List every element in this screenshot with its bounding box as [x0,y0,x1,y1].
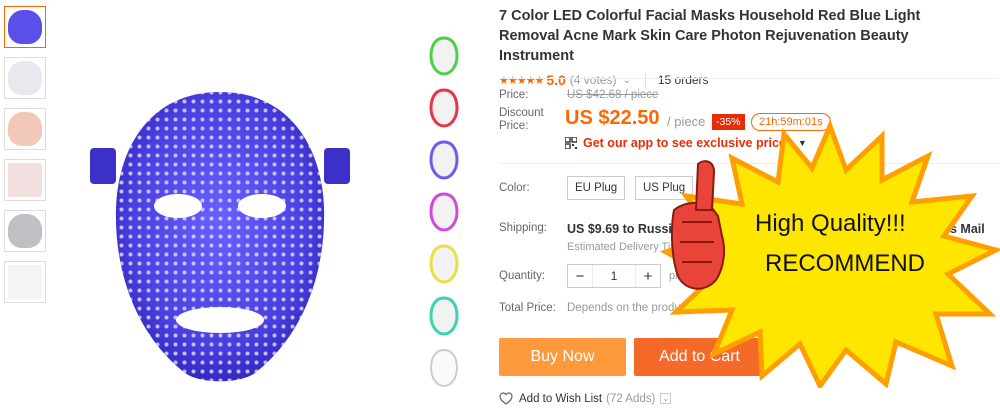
eu-plug-option[interactable]: EU Plug [567,176,626,200]
thumbnail-spec-sheet[interactable] [4,261,46,303]
promo-line-2: RECOMMEND [765,250,925,277]
variant-green-mask[interactable] [428,36,460,76]
original-price: US $42.68 / piece [567,89,659,101]
thumbnail-blue-mask[interactable] [4,6,46,48]
color-label: Color: [499,182,530,194]
led-mask-image [90,92,350,382]
variant-white-mask[interactable] [428,348,460,388]
add-to-wishlist[interactable]: Add to Wish List (72 Adds) ⌄ [499,392,672,405]
quantity-stepper: − 1 + [567,264,661,288]
price-label: Price: [499,89,529,101]
main-product-image[interactable] [60,6,480,404]
product-title: 7 Color LED Colorful Facial Masks Househ… [499,8,921,64]
variant-yellow-mask[interactable] [428,244,460,284]
product-info-panel: 7 Color LED Colorful Facial Masks Househ… [499,6,999,314]
decrease-quantity-button[interactable]: − [568,268,592,285]
qr-code-icon [565,137,577,149]
discount-label-line2: Price: [499,120,529,132]
variant-red-mask[interactable] [428,88,460,128]
buy-now-button[interactable]: Buy Now [499,338,626,376]
discount-price: US $22.50 [565,107,660,129]
variant-purple-mask[interactable] [428,192,460,232]
thumbnail-model-photo[interactable] [4,108,46,150]
promo-line-1: High Quality!!! [755,210,906,237]
thumbnail-silver-mask[interactable] [4,210,46,252]
wishlist-label[interactable]: Add to Wish List [519,393,602,405]
heart-icon [499,392,513,405]
shipping-label: Shipping: [499,222,547,234]
increase-quantity-button[interactable]: + [636,268,660,285]
thumbnail-usage-grid[interactable] [4,159,46,201]
thumbnail-white-mask[interactable] [4,57,46,99]
quantity-input[interactable]: 1 [592,265,636,287]
thumbnail-list [4,6,48,312]
wishlist-count: (72 Adds) [606,392,656,405]
quantity-label: Quantity: [499,270,546,282]
chevron-down-icon[interactable]: ⌄ [660,393,672,404]
discount-label-line1: Discount [499,107,544,119]
total-price-label: Total Price: [499,302,556,314]
variant-blue-mask[interactable] [428,140,460,180]
variant-cyan-mask[interactable] [428,296,460,336]
color-variant-list [428,36,468,400]
thumbs-up-icon [670,160,725,290]
